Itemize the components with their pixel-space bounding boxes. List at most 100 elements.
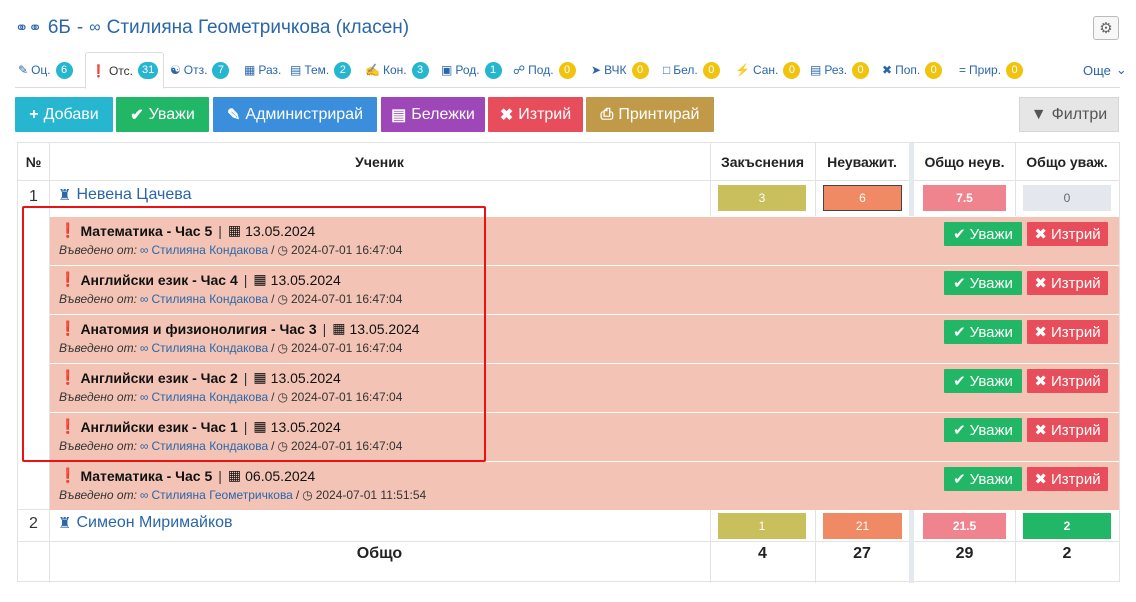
absence-date: 13.05.2024 [270,418,341,435]
tab-feedback[interactable]: ☯ Отз. 7 [170,52,230,88]
delete-absence-button[interactable]: ✖ Изтрий [1027,222,1108,246]
tab-vchk[interactable]: ➤ ВЧК 0 [591,52,649,88]
late-count-box[interactable]: 1 [718,513,806,539]
delete-absence-button[interactable]: ✖ Изтрий [1027,369,1108,393]
excuse-absence-button[interactable]: ✔ Уважи [944,369,1022,393]
delete-absence-button[interactable]: ✖ Изтрий [1027,320,1108,344]
check-icon: ✔ [953,324,966,341]
late-count-box[interactable]: 3 [718,185,806,211]
divider [710,143,711,216]
filters-button[interactable]: ▼ Филтри [1019,97,1119,132]
divider [909,143,914,216]
absence-date: 06.05.2024 [245,467,316,484]
tab-count-badge: 0 [1006,61,1024,79]
close-icon: ✖ [1034,324,1047,341]
unexcused-count-box[interactable]: 6 [823,185,902,211]
clock-icon: ◷ [277,243,288,257]
row-number: 2 [29,515,38,532]
document-icon: □ [663,63,671,77]
tab-absences[interactable]: ❗ Отс. 31 [85,52,165,89]
glasses-icon: ∞ [89,19,101,36]
entered-by-link[interactable]: Стилияна Кондакова [151,390,268,404]
tab-topics[interactable]: ▤ Тем. 2 [290,52,352,88]
delete-absence-button[interactable]: ✖ Изтрий [1027,271,1108,295]
absence-date: 13.05.2024 [270,369,341,386]
delete-button[interactable]: ✖ Изтрий [488,97,583,132]
excuse-absence-button[interactable]: ✔ Уважи [944,418,1022,442]
chevron-down-icon: ⌄ [1115,62,1127,77]
tab-schedule[interactable]: ▦ Раз. [244,52,281,88]
close-icon: ✖ [1034,226,1047,243]
totals-unexcused: 27 [853,545,871,562]
delete-absence-button[interactable]: ✖ Изтрий [1027,467,1108,491]
tab-results[interactable]: ▤ Рез. 0 [810,52,870,88]
clipboard-icon: ▤ [391,106,407,124]
column-header-number: № [25,153,42,170]
check-icon: ✔ [953,275,966,292]
student-name-link[interactable]: ♜ Невена Цачева [58,186,192,204]
unexcused-count-box[interactable]: 21 [823,513,902,539]
glasses-icon: ∞ [139,243,149,257]
entered-by-label: Въведено от: [59,341,137,355]
excuse-absence-button[interactable]: ✔ Уважи [944,222,1022,246]
absence-row: ❗ Анатомия и физионолигия - Час 3 | ▦ 13.05.… [50,314,1119,363]
calendar-icon: ▦ [253,418,267,434]
tab-support[interactable]: ☍ Под. 0 [513,52,576,88]
totals-late: 4 [758,545,767,562]
pencil-icon: ✎ [18,63,29,77]
tab-additions[interactable]: = Прир. 0 [959,52,1024,88]
student-name-link[interactable]: ♜ Симеон Миримайков [58,514,233,532]
close-icon: ✖ [1034,373,1047,390]
absence-subject: Анатомия и физионолигия - Час 3 [80,320,317,337]
tab-notes[interactable]: □ Бел. 0 [663,52,720,88]
tab-sanctions[interactable]: ⚡ Сан. 0 [735,52,801,88]
excuse-absence-button[interactable]: ✔ Уважи [944,320,1022,344]
entered-by-label: Въведено от: [59,390,137,404]
absence-row: ❗ Математика - Час 5 | ▦ 06.05.2024 Въведено… [50,461,1119,510]
exclamation-circle-icon: ❗ [59,369,77,385]
more-tabs-dropdown[interactable]: Още ⌄ [1083,52,1127,88]
absence-date: 13.05.2024 [349,320,420,337]
notes-button[interactable]: ▤ Бележки [381,97,485,132]
tab-count-badge: 3 [411,61,429,79]
settings-button[interactable]: ⚙ [1093,16,1119,40]
tab-corrections[interactable]: ✖ Поп. 0 [882,52,943,88]
print-button[interactable]: ⎙ Принтирай [586,97,714,132]
divider [18,541,1119,542]
entered-by-link[interactable]: Стилияна Кондакова [151,292,268,306]
gear-icon: ⚙ [1099,20,1113,37]
add-button[interactable]: + Добави [15,97,113,132]
exclamation-circle-icon: ❗ [59,271,77,287]
entered-by-link[interactable]: Стилияна Кондакова [151,341,268,355]
megaphone-icon: ➤ [591,63,602,77]
clock-icon: ◷ [277,439,288,453]
column-header-total-excused: Общо уваж. [1026,153,1108,170]
entered-by-link[interactable]: Стилияна Геометричкова [151,488,292,502]
absence-subject: Математика - Час 5 [80,222,213,239]
absence-row: ❗ Английски език - Час 1 | ▦ 13.05.2024 Въве… [50,412,1119,461]
handshake-icon: ☍ [513,63,526,77]
tab-exams[interactable]: ✍ Кон. 3 [365,52,429,88]
excuse-button[interactable]: ✔ Уважи [116,97,209,132]
close-icon: ✖ [1034,471,1047,488]
divider [1015,143,1016,216]
equals-icon: = [959,63,967,77]
delete-absence-button[interactable]: ✖ Изтрий [1027,418,1108,442]
entry-timestamp: 2024-07-01 16:47:04 [290,243,403,257]
glasses-icon: ∞ [139,341,149,355]
tab-parents[interactable]: ▣ Род. 1 [441,52,502,88]
clock-icon: ◷ [277,390,288,404]
edit-icon: ✎ [226,106,241,124]
entered-by-link[interactable]: Стилияна Кондакова [151,243,268,257]
administer-button[interactable]: ✎ Администрирай [213,97,377,132]
entered-by-link[interactable]: Стилияна Кондакова [151,439,268,453]
excuse-absence-button[interactable]: ✔ Уважи [944,271,1022,295]
excuse-absence-button[interactable]: ✔ Уважи [944,467,1022,491]
tab-count-badge: 0 [925,61,943,79]
exclamation-circle-icon: ❗ [59,418,77,434]
column-header-student: Ученик [355,153,404,170]
column-header-total-unexcused: Общо неув. [924,153,1005,170]
clock-icon: ◷ [277,341,288,355]
tab-grades[interactable]: ✎ Оц. 6 [18,52,73,88]
page-title: ⚭⚭ 6Б - ∞ Стилияна Геометричкова (класен… [15,14,409,42]
